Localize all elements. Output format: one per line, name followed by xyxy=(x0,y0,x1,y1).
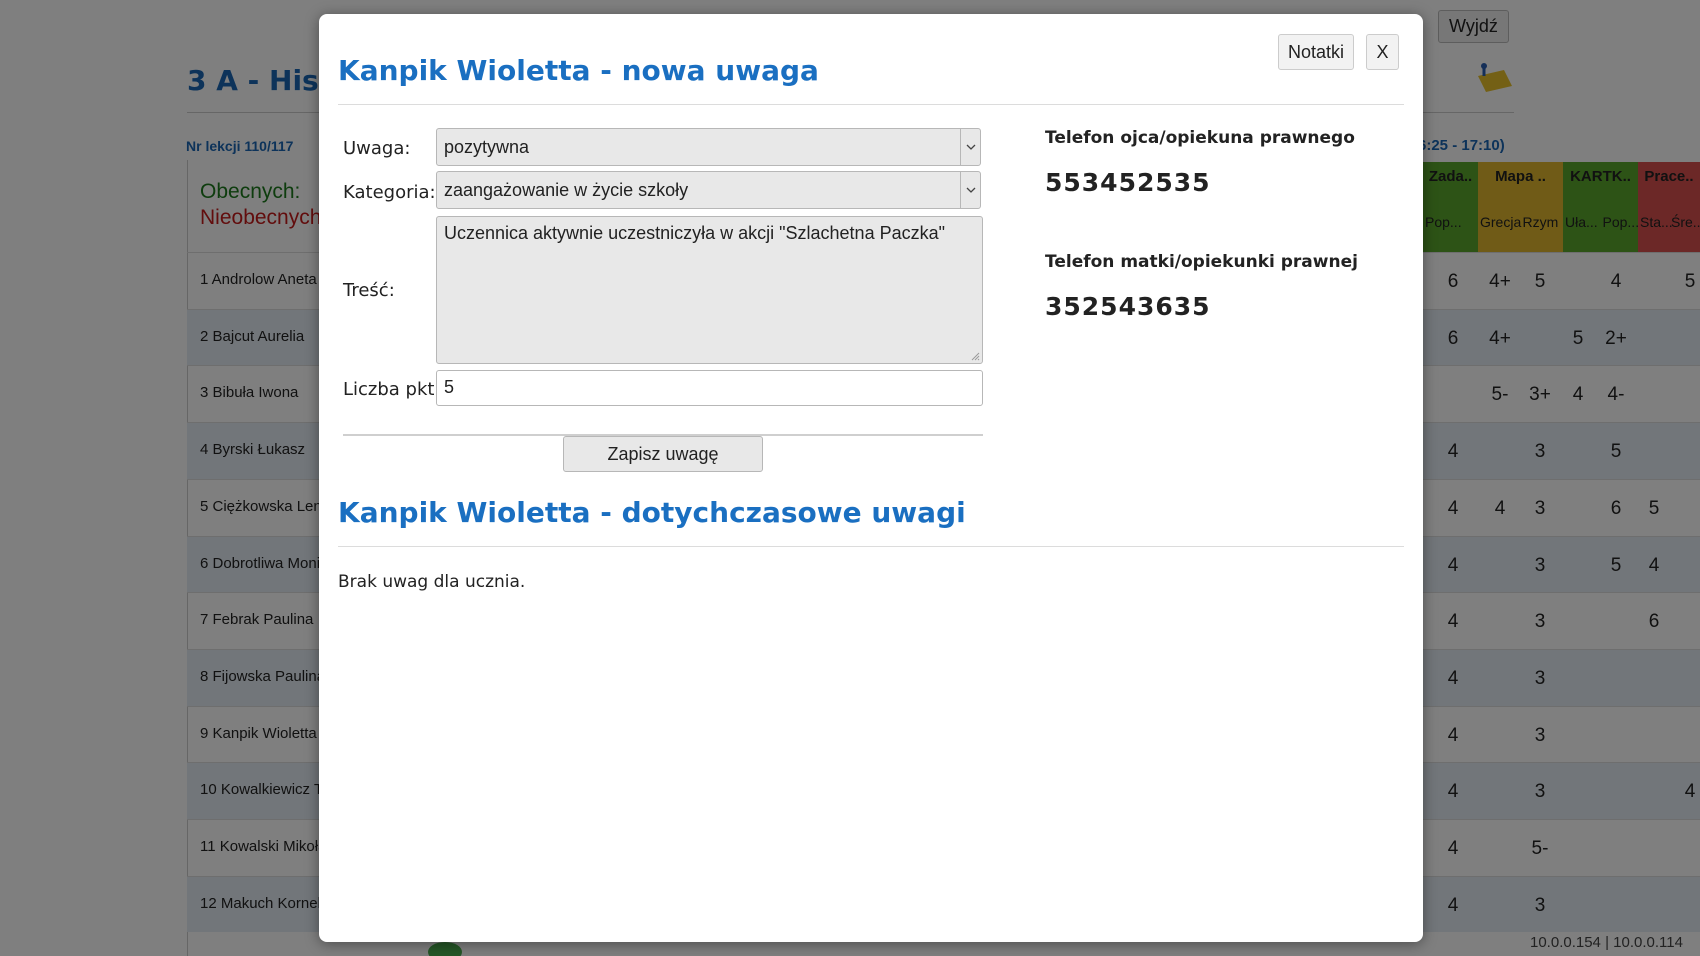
content-textarea[interactable]: Uczennica aktywnie uczestniczyła w akcji… xyxy=(436,216,983,364)
category-value: zaangażowanie w życie szkoły xyxy=(444,180,689,200)
chevron-down-icon xyxy=(960,172,980,208)
content-value: Uczennica aktywnie uczestniczyła w akcji… xyxy=(444,223,945,243)
points-label: Liczba pkt: xyxy=(343,379,441,400)
no-notes-message: Brak uwag dla ucznia. xyxy=(338,572,526,592)
points-value: 5 xyxy=(444,377,455,397)
save-note-button[interactable]: Zapisz uwagę xyxy=(563,436,763,472)
close-button[interactable]: X xyxy=(1366,34,1399,70)
new-note-title: Kanpik Wioletta - nowa uwaga xyxy=(338,54,819,87)
mother-phone: 352543635 xyxy=(1045,292,1211,321)
note-type-value: pozytywna xyxy=(444,137,530,157)
father-phone-label: Telefon ojca/opiekuna prawnego xyxy=(1045,128,1355,148)
notes-button[interactable]: Notatki xyxy=(1278,34,1355,70)
chevron-down-icon xyxy=(960,129,980,165)
existing-notes-title: Kanpik Wioletta - dotychczasowe uwagi xyxy=(338,496,966,529)
points-input[interactable]: 5 xyxy=(436,370,983,406)
title-divider xyxy=(338,104,1404,105)
category-select[interactable]: zaangażowanie w życie szkoły xyxy=(436,171,981,209)
resize-grip-icon[interactable] xyxy=(970,351,980,361)
existing-notes-divider xyxy=(338,546,1404,547)
category-label: Kategoria: xyxy=(343,182,436,203)
note-type-select[interactable]: pozytywna xyxy=(436,128,981,166)
mother-phone-label: Telefon matki/opiekunki prawnej xyxy=(1045,252,1358,272)
new-note-dialog: Notatki X Kanpik Wioletta - nowa uwaga U… xyxy=(319,14,1423,942)
note-type-label: Uwaga: xyxy=(343,138,411,159)
content-label: Treść: xyxy=(343,280,395,301)
father-phone: 553452535 xyxy=(1045,168,1211,197)
